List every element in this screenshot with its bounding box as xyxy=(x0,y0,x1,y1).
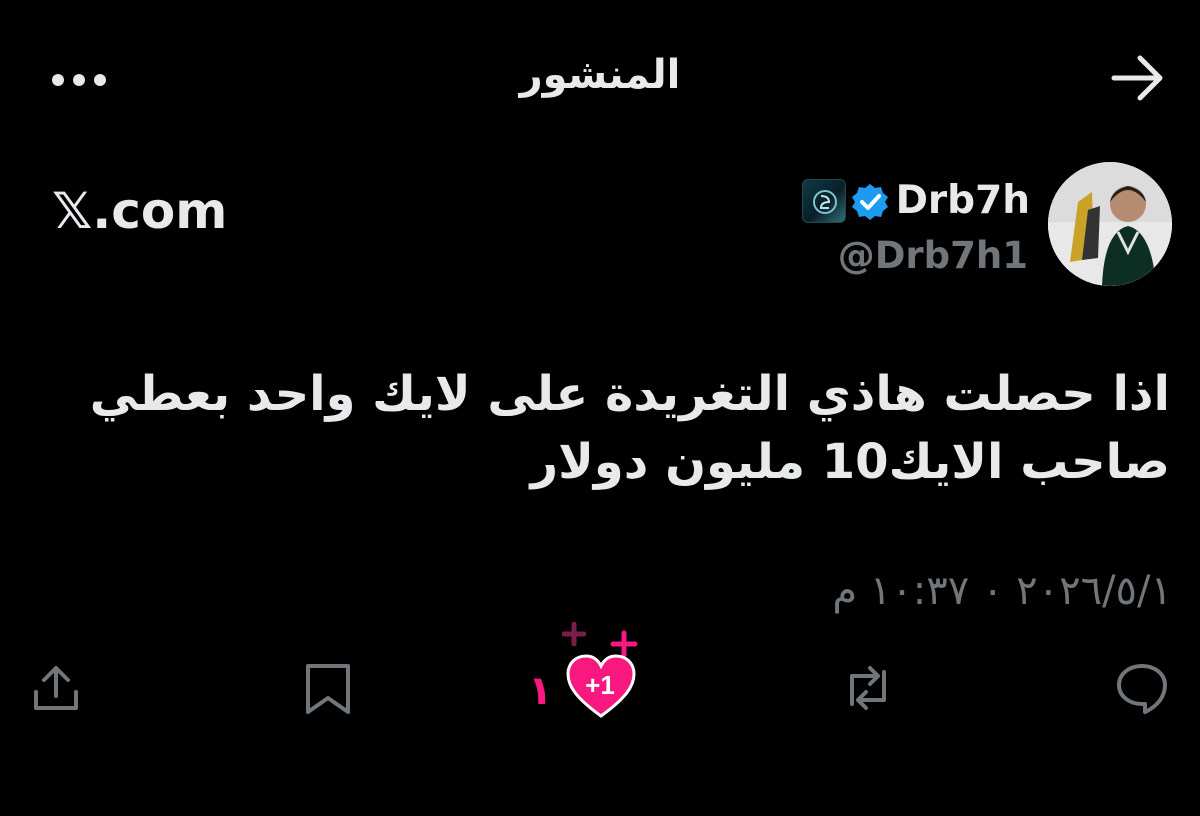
display-name[interactable]: Drb7h xyxy=(880,178,1030,223)
like-plus-one-label: +1 xyxy=(585,670,615,700)
more-dot xyxy=(73,74,85,86)
more-options-icon[interactable] xyxy=(52,70,112,90)
affiliate-badge[interactable] xyxy=(802,179,846,223)
page-title: المنشور xyxy=(519,52,681,98)
reply-icon[interactable] xyxy=(1114,660,1170,716)
bookmark-icon[interactable] xyxy=(300,660,356,716)
sparkle-icon xyxy=(562,622,586,646)
like-count: ١ xyxy=(528,668,553,714)
retweet-icon[interactable] xyxy=(840,660,896,716)
tweet-text: اذا حصلت هاذي التغريدة على لايك واحد بعط… xyxy=(89,366,1170,490)
share-icon[interactable] xyxy=(28,660,84,716)
more-dot xyxy=(94,74,106,86)
verified-badge-icon xyxy=(852,184,888,220)
user-handle[interactable]: @Drb7h1 xyxy=(820,234,1028,277)
arrow-right-icon[interactable] xyxy=(1108,50,1168,106)
more-dot xyxy=(52,74,64,86)
avatar[interactable] xyxy=(1048,162,1172,286)
tweet-timestamp[interactable]: ٢٠٢٦/٥/١ ٠ ١٠:٣٧ م xyxy=(640,568,1172,614)
source-label: 𝕏.com xyxy=(52,182,228,240)
